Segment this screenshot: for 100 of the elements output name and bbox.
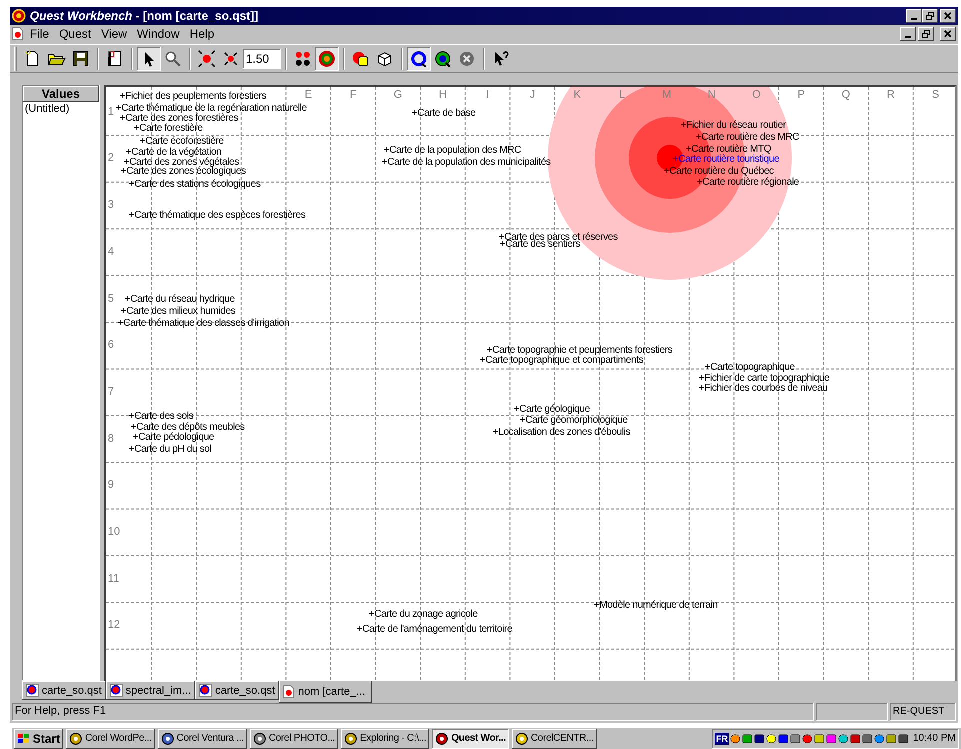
map-label[interactable]: +Carte routière MTQ: [686, 144, 772, 156]
restore-button[interactable]: [918, 27, 934, 41]
tray-icon[interactable]: [766, 732, 778, 744]
map-label[interactable]: +Carte des sols: [129, 411, 194, 422]
close-button[interactable]: [940, 27, 956, 41]
menu-item[interactable]: Quest: [55, 25, 96, 43]
language-indicator[interactable]: FR: [715, 732, 730, 744]
taskbar-button[interactable]: Corel WordPe...: [66, 728, 155, 748]
app-icon: [344, 732, 358, 746]
window-title: Quest Workbench - [nom [carte_so.qst]]: [30, 8, 258, 25]
tray-icon[interactable]: [850, 732, 862, 744]
map-label[interactable]: +Carte géologique: [514, 404, 590, 416]
taskbar-button[interactable]: Corel Ventura ...: [158, 728, 247, 748]
map-label[interactable]: +Carte pédologique: [133, 432, 214, 444]
tray-icon[interactable]: [742, 732, 754, 744]
map-label[interactable]: +Carte routière régionale: [697, 177, 800, 188]
minimize-button[interactable]: [906, 9, 922, 23]
status-message: For Help, press F1: [12, 703, 814, 721]
map-label[interactable]: +Carte de la végétation: [126, 147, 222, 158]
tray-icon[interactable]: [886, 732, 898, 744]
map-label[interactable]: +Fichier du réseau routier: [681, 120, 786, 132]
zoom-field[interactable]: 1.50: [243, 48, 281, 69]
tray-icon[interactable]: [778, 732, 790, 744]
map-label[interactable]: +Carte thématique des espèces forestières: [129, 210, 306, 222]
tray-icon[interactable]: [730, 732, 742, 744]
map-label[interactable]: +Fichier de carte topographique: [699, 373, 830, 384]
map-label[interactable]: +Carte de la population des MRC: [384, 145, 522, 156]
map-label[interactable]: +Carte des milieux humides: [121, 306, 236, 318]
toolbar-button[interactable]: [137, 46, 161, 71]
document-tab[interactable]: nom [carte_...: [279, 681, 372, 704]
map-label[interactable]: +Carte thématique des classes d'irrigation: [118, 318, 290, 330]
column-label: Q: [841, 89, 852, 102]
close-icon: [944, 12, 952, 20]
map-label[interactable]: +Carte forestière: [134, 123, 203, 134]
row-label: 9: [108, 479, 114, 492]
tray-icon[interactable]: [790, 732, 802, 744]
taskbar-button[interactable]: CorelCENTR...: [512, 728, 597, 748]
tray-icon[interactable]: [862, 732, 874, 744]
values-item[interactable]: (Untitled): [23, 102, 99, 116]
map-label[interactable]: +Fichier des peuplements forestiers: [120, 91, 266, 102]
document-tab[interactable]: spectral_im...: [106, 681, 196, 700]
toolbar-button[interactable]: [315, 46, 339, 71]
map-label[interactable]: +Carte du zonage agricole: [369, 609, 478, 620]
tray-icon[interactable]: [802, 732, 814, 744]
map-label[interactable]: +Carte routière des MRC: [696, 132, 800, 144]
dots-icon: [294, 50, 312, 68]
map-label[interactable]: +Fichier des courbes de niveau: [699, 383, 828, 394]
map-label[interactable]: +Carte des stations écologiques: [129, 179, 261, 190]
menu-item[interactable]: Help: [186, 25, 219, 43]
map-label[interactable]: +Carte des zones écologiques: [121, 166, 246, 178]
toolbar-button[interactable]: [407, 46, 431, 71]
tray-icon[interactable]: [838, 732, 850, 744]
taskbar-button[interactable]: Quest Wor...: [432, 728, 510, 748]
start-button[interactable]: Start: [14, 728, 64, 748]
tray-icon[interactable]: [814, 732, 826, 744]
map-label[interactable]: +Localisation des zones d'éboulis: [493, 427, 630, 438]
map-label[interactable]: +Carte des zones végétales: [124, 157, 240, 168]
map-label[interactable]: +Carte topographie et peuplements forestiers: [487, 345, 673, 356]
taskbar-button[interactable]: Exploring - C:\...: [341, 728, 430, 748]
column-label: R: [886, 89, 896, 102]
row-label: 3: [108, 199, 114, 212]
save-icon: [72, 50, 90, 68]
map-label[interactable]: +Carte écoforestière: [140, 136, 224, 148]
taskbar-button[interactable]: Corel PHOTO...: [250, 728, 338, 748]
map-label[interactable]: +Carte de la population des municipalités: [382, 157, 551, 168]
tray-icon[interactable]: [874, 732, 886, 744]
document-tab[interactable]: carte_so.qst: [22, 681, 106, 700]
column-label: G: [393, 89, 404, 102]
row-label: 6: [108, 339, 114, 352]
map-label[interactable]: +Carte du réseau hydrique: [125, 294, 235, 306]
minimize-button[interactable]: [900, 27, 916, 41]
map-label[interactable]: +Carte de l'aménagement du territoire: [357, 624, 512, 636]
menu-item[interactable]: File: [26, 25, 54, 43]
row-label: 4: [108, 246, 114, 258]
tray-icon[interactable]: [754, 732, 766, 744]
map-label[interactable]: +Modèle numérique de terrain: [594, 600, 718, 612]
restore-button[interactable]: [922, 9, 938, 23]
map-label[interactable]: +Carte thématique de la regénaration naturelle: [116, 103, 307, 114]
menu-item[interactable]: View: [97, 25, 132, 43]
column-label: E: [304, 89, 314, 102]
map-label[interactable]: +Carte du pH du sol: [129, 444, 212, 456]
column-label: K: [572, 89, 582, 102]
close-button[interactable]: [940, 9, 956, 23]
document-icon: [283, 684, 296, 699]
map-label[interactable]: +Carte géomorphologique: [520, 415, 628, 426]
column-label: N: [706, 89, 717, 102]
map-label[interactable]: +Carte des dépôts meubles: [131, 422, 245, 434]
map-label[interactable]: +Carte topographique: [705, 362, 796, 374]
map-label[interactable]: +Carte de base: [412, 108, 476, 120]
map-label[interactable]: +Carte routière touristique: [673, 154, 780, 166]
map-label[interactable]: +Carte topographique et compartiments: [480, 355, 644, 366]
cancel-icon: [458, 50, 476, 68]
map-label[interactable]: +Carte des zones forestières: [120, 113, 238, 124]
menu-item[interactable]: Window: [133, 25, 184, 43]
magnifier-icon: [164, 50, 182, 68]
row-label: 5: [108, 292, 114, 305]
map-label[interactable]: +Carte routière du Québec: [664, 166, 774, 178]
tray-icon[interactable]: [826, 732, 838, 744]
document-tab[interactable]: carte_so.qst: [195, 681, 280, 700]
tray-icon[interactable]: [898, 732, 910, 744]
